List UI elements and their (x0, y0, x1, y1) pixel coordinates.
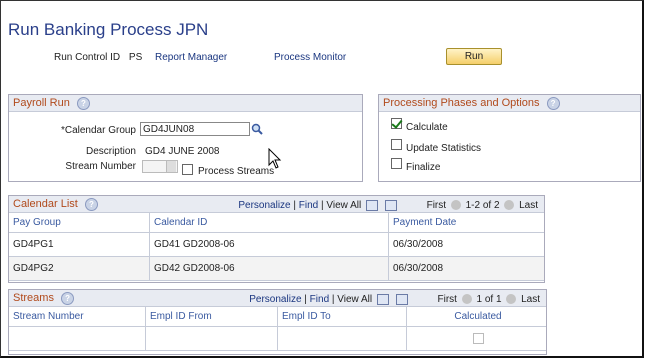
phases-header: Processing Phases and Options ? (379, 95, 640, 112)
last-link[interactable]: Last (519, 200, 538, 211)
range-text: 1 of 1 (476, 294, 502, 305)
first-link[interactable]: First (427, 200, 446, 211)
personalize-link[interactable]: Personalize (249, 294, 301, 305)
streams-nav: Personalize | Find | View All First 1 of… (249, 293, 540, 305)
finalize-checkbox[interactable] (391, 158, 402, 169)
calculate-checkbox[interactable] (391, 118, 402, 129)
payment-date-cell: 06/30/2008 (388, 232, 544, 257)
streams-panel: Streams ? Personalize | Find | View All … (8, 289, 547, 355)
payroll-run-header: Payroll Run ? (9, 95, 362, 112)
calendar-list-nav: Personalize | Find | View All First 1-2 … (238, 199, 538, 211)
column-header: Empl ID To (277, 307, 407, 327)
chevron-down-icon (166, 161, 176, 172)
prev-arrow-icon[interactable] (461, 294, 472, 305)
last-link[interactable]: Last (521, 294, 540, 305)
calculate-label: Calculate (406, 122, 448, 133)
process-monitor-link[interactable]: Process Monitor (274, 52, 346, 63)
download-grid-icon[interactable] (395, 293, 408, 305)
table-header-row: Pay Group Calendar ID Payment Date (9, 213, 544, 233)
table-row: GD4PG1 GD41 GD2008-06 06/30/2008 (9, 232, 544, 257)
stream-number-select[interactable] (142, 160, 178, 173)
column-header: Calculated (406, 307, 546, 327)
help-icon[interactable]: ? (76, 96, 90, 110)
calendar-id-cell: GD42 GD2008-06 (149, 256, 389, 281)
next-arrow-icon[interactable] (506, 294, 517, 305)
search-icon[interactable] (251, 123, 263, 138)
find-link[interactable]: Find (299, 200, 318, 211)
calendar-group-label: *Calendar Group (60, 125, 136, 136)
personalize-link[interactable]: Personalize (238, 200, 290, 211)
help-icon[interactable]: ? (546, 96, 560, 110)
range-text: 1-2 of 2 (465, 200, 500, 211)
help-icon[interactable]: ? (84, 197, 98, 211)
calendar-group-input[interactable]: GD4JUN08 (140, 122, 250, 136)
calendar-list-header: Calendar List ? Personalize | Find | Vie… (9, 196, 544, 213)
run-button[interactable]: Run (446, 48, 502, 65)
payroll-run-title: Payroll Run (13, 97, 70, 109)
run-control-value: PS (128, 52, 143, 63)
column-header: Pay Group (9, 213, 150, 233)
report-manager-link[interactable]: Report Manager (155, 52, 227, 63)
finalize-label: Finalize (406, 162, 441, 173)
description-label: Description (85, 146, 136, 157)
prev-arrow-icon[interactable] (450, 200, 461, 211)
calendar-list-table: Pay Group Calendar ID Payment Date GD4PG… (9, 213, 544, 281)
view-all-link[interactable]: View All (326, 200, 361, 211)
update-statistics-label: Update Statistics (406, 143, 482, 154)
calendar-list-title: Calendar List (13, 198, 78, 210)
first-link[interactable]: First (437, 294, 456, 305)
payment-date-cell: 06/30/2008 (388, 256, 544, 281)
empl-id-from-cell[interactable] (145, 326, 278, 351)
process-streams-label: Process Streams (198, 166, 275, 177)
table-header-row: Stream Number Empl ID From Empl ID To Ca… (9, 307, 546, 327)
view-all-link[interactable]: View All (337, 294, 372, 305)
phases-title: Processing Phases and Options (383, 97, 540, 109)
calculated-cell (406, 326, 546, 351)
find-link[interactable]: Find (310, 294, 329, 305)
calculated-checkbox[interactable] (472, 332, 484, 344)
streams-title: Streams (13, 292, 54, 304)
stream-number-cell[interactable] (9, 326, 146, 351)
process-streams-checkbox[interactable] (182, 164, 193, 175)
calendar-list-panel: Calendar List ? Personalize | Find | Vie… (8, 195, 545, 283)
zoom-grid-icon[interactable] (366, 199, 379, 211)
column-header: Empl ID From (145, 307, 278, 327)
streams-table: Stream Number Empl ID From Empl ID To Ca… (9, 307, 546, 351)
table-row (9, 326, 546, 351)
zoom-grid-icon[interactable] (376, 293, 389, 305)
table-row: GD4PG2 GD42 GD2008-06 06/30/2008 (9, 256, 544, 281)
pay-group-cell: GD4PG2 (9, 256, 150, 281)
next-arrow-icon[interactable] (504, 200, 515, 211)
stream-number-label: Stream Number (65, 161, 136, 172)
calendar-id-cell: GD41 GD2008-06 (149, 232, 389, 257)
run-control-row: Run Control ID PS (54, 52, 142, 63)
column-header: Payment Date (388, 213, 544, 233)
column-header: Calendar ID (149, 213, 389, 233)
mouse-cursor-icon (268, 148, 282, 169)
update-statistics-checkbox[interactable] (391, 139, 402, 150)
download-grid-icon[interactable] (384, 199, 397, 211)
run-control-label: Run Control ID (54, 52, 121, 63)
page-title: Run Banking Process JPN (8, 20, 209, 39)
column-header: Stream Number (9, 307, 146, 327)
streams-header: Streams ? Personalize | Find | View All … (9, 290, 546, 307)
pay-group-cell: GD4PG1 (9, 232, 150, 257)
empl-id-to-cell[interactable] (277, 326, 407, 351)
description-value: GD4 JUNE 2008 (145, 146, 220, 157)
help-icon[interactable]: ? (61, 291, 75, 305)
